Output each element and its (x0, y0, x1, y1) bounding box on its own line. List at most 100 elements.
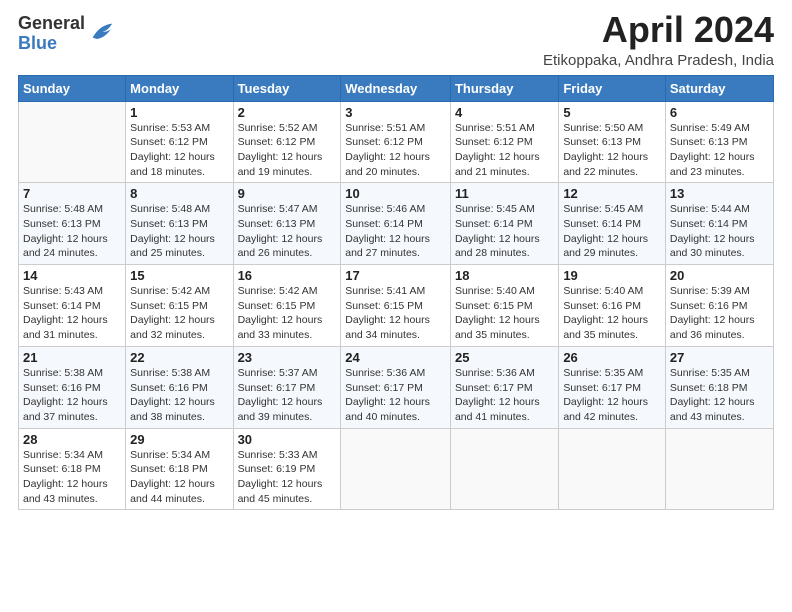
logo-text: General Blue (18, 14, 85, 54)
table-row: 28Sunrise: 5:34 AM Sunset: 6:18 PM Dayli… (19, 428, 126, 510)
day-info: Sunrise: 5:42 AM Sunset: 6:15 PM Dayligh… (130, 284, 228, 343)
day-number: 17 (345, 268, 446, 283)
table-row: 19Sunrise: 5:40 AM Sunset: 6:16 PM Dayli… (559, 265, 666, 347)
table-row: 30Sunrise: 5:33 AM Sunset: 6:19 PM Dayli… (233, 428, 341, 510)
table-row: 14Sunrise: 5:43 AM Sunset: 6:14 PM Dayli… (19, 265, 126, 347)
table-row (665, 428, 773, 510)
day-info: Sunrise: 5:42 AM Sunset: 6:15 PM Dayligh… (238, 284, 337, 343)
table-row: 12Sunrise: 5:45 AM Sunset: 6:14 PM Dayli… (559, 183, 666, 265)
table-row: 20Sunrise: 5:39 AM Sunset: 6:16 PM Dayli… (665, 265, 773, 347)
col-tuesday: Tuesday (233, 75, 341, 101)
table-row: 24Sunrise: 5:36 AM Sunset: 6:17 PM Dayli… (341, 346, 451, 428)
day-info: Sunrise: 5:49 AM Sunset: 6:13 PM Dayligh… (670, 121, 769, 180)
day-info: Sunrise: 5:39 AM Sunset: 6:16 PM Dayligh… (670, 284, 769, 343)
col-monday: Monday (126, 75, 233, 101)
day-number: 25 (455, 350, 554, 365)
table-row: 10Sunrise: 5:46 AM Sunset: 6:14 PM Dayli… (341, 183, 451, 265)
day-number: 6 (670, 105, 769, 120)
table-row: 11Sunrise: 5:45 AM Sunset: 6:14 PM Dayli… (450, 183, 558, 265)
day-info: Sunrise: 5:34 AM Sunset: 6:18 PM Dayligh… (130, 448, 228, 507)
day-number: 15 (130, 268, 228, 283)
table-row: 2Sunrise: 5:52 AM Sunset: 6:12 PM Daylig… (233, 101, 341, 183)
day-number: 16 (238, 268, 337, 283)
col-friday: Friday (559, 75, 666, 101)
day-number: 14 (23, 268, 121, 283)
table-row: 5Sunrise: 5:50 AM Sunset: 6:13 PM Daylig… (559, 101, 666, 183)
table-row (341, 428, 451, 510)
calendar-week-row: 7Sunrise: 5:48 AM Sunset: 6:13 PM Daylig… (19, 183, 774, 265)
day-number: 28 (23, 432, 121, 447)
calendar-week-row: 28Sunrise: 5:34 AM Sunset: 6:18 PM Dayli… (19, 428, 774, 510)
day-number: 18 (455, 268, 554, 283)
table-row (19, 101, 126, 183)
day-number: 21 (23, 350, 121, 365)
day-info: Sunrise: 5:45 AM Sunset: 6:14 PM Dayligh… (455, 202, 554, 261)
day-info: Sunrise: 5:45 AM Sunset: 6:14 PM Dayligh… (563, 202, 661, 261)
table-row: 23Sunrise: 5:37 AM Sunset: 6:17 PM Dayli… (233, 346, 341, 428)
month-title: April 2024 (543, 10, 774, 50)
table-row: 1Sunrise: 5:53 AM Sunset: 6:12 PM Daylig… (126, 101, 233, 183)
calendar-week-row: 1Sunrise: 5:53 AM Sunset: 6:12 PM Daylig… (19, 101, 774, 183)
day-number: 22 (130, 350, 228, 365)
day-number: 11 (455, 186, 554, 201)
day-info: Sunrise: 5:53 AM Sunset: 6:12 PM Dayligh… (130, 121, 228, 180)
table-row: 21Sunrise: 5:38 AM Sunset: 6:16 PM Dayli… (19, 346, 126, 428)
col-saturday: Saturday (665, 75, 773, 101)
logo-blue: Blue (18, 34, 85, 54)
header: General Blue April 2024 Etikoppaka, Andh… (18, 10, 774, 69)
day-number: 24 (345, 350, 446, 365)
logo-general: General (18, 14, 85, 34)
day-info: Sunrise: 5:38 AM Sunset: 6:16 PM Dayligh… (23, 366, 121, 425)
day-info: Sunrise: 5:40 AM Sunset: 6:15 PM Dayligh… (455, 284, 554, 343)
day-number: 23 (238, 350, 337, 365)
day-info: Sunrise: 5:44 AM Sunset: 6:14 PM Dayligh… (670, 202, 769, 261)
day-info: Sunrise: 5:41 AM Sunset: 6:15 PM Dayligh… (345, 284, 446, 343)
title-block: April 2024 Etikoppaka, Andhra Pradesh, I… (543, 10, 774, 69)
page: General Blue April 2024 Etikoppaka, Andh… (0, 0, 792, 612)
day-info: Sunrise: 5:52 AM Sunset: 6:12 PM Dayligh… (238, 121, 337, 180)
day-info: Sunrise: 5:36 AM Sunset: 6:17 PM Dayligh… (345, 366, 446, 425)
day-number: 29 (130, 432, 228, 447)
day-info: Sunrise: 5:35 AM Sunset: 6:18 PM Dayligh… (670, 366, 769, 425)
calendar-header-row: Sunday Monday Tuesday Wednesday Thursday… (19, 75, 774, 101)
day-info: Sunrise: 5:36 AM Sunset: 6:17 PM Dayligh… (455, 366, 554, 425)
col-wednesday: Wednesday (341, 75, 451, 101)
calendar-week-row: 14Sunrise: 5:43 AM Sunset: 6:14 PM Dayli… (19, 265, 774, 347)
table-row: 9Sunrise: 5:47 AM Sunset: 6:13 PM Daylig… (233, 183, 341, 265)
table-row: 13Sunrise: 5:44 AM Sunset: 6:14 PM Dayli… (665, 183, 773, 265)
day-info: Sunrise: 5:40 AM Sunset: 6:16 PM Dayligh… (563, 284, 661, 343)
col-thursday: Thursday (450, 75, 558, 101)
table-row (559, 428, 666, 510)
day-info: Sunrise: 5:48 AM Sunset: 6:13 PM Dayligh… (23, 202, 121, 261)
table-row: 6Sunrise: 5:49 AM Sunset: 6:13 PM Daylig… (665, 101, 773, 183)
day-number: 26 (563, 350, 661, 365)
day-info: Sunrise: 5:34 AM Sunset: 6:18 PM Dayligh… (23, 448, 121, 507)
day-number: 9 (238, 186, 337, 201)
day-number: 20 (670, 268, 769, 283)
location: Etikoppaka, Andhra Pradesh, India (543, 52, 774, 69)
day-info: Sunrise: 5:35 AM Sunset: 6:17 PM Dayligh… (563, 366, 661, 425)
day-number: 13 (670, 186, 769, 201)
day-info: Sunrise: 5:37 AM Sunset: 6:17 PM Dayligh… (238, 366, 337, 425)
day-info: Sunrise: 5:46 AM Sunset: 6:14 PM Dayligh… (345, 202, 446, 261)
day-number: 5 (563, 105, 661, 120)
col-sunday: Sunday (19, 75, 126, 101)
day-number: 27 (670, 350, 769, 365)
day-info: Sunrise: 5:33 AM Sunset: 6:19 PM Dayligh… (238, 448, 337, 507)
table-row: 22Sunrise: 5:38 AM Sunset: 6:16 PM Dayli… (126, 346, 233, 428)
table-row (450, 428, 558, 510)
day-number: 3 (345, 105, 446, 120)
table-row: 25Sunrise: 5:36 AM Sunset: 6:17 PM Dayli… (450, 346, 558, 428)
table-row: 27Sunrise: 5:35 AM Sunset: 6:18 PM Dayli… (665, 346, 773, 428)
day-number: 19 (563, 268, 661, 283)
table-row: 26Sunrise: 5:35 AM Sunset: 6:17 PM Dayli… (559, 346, 666, 428)
day-number: 8 (130, 186, 228, 201)
day-number: 7 (23, 186, 121, 201)
table-row: 16Sunrise: 5:42 AM Sunset: 6:15 PM Dayli… (233, 265, 341, 347)
table-row: 4Sunrise: 5:51 AM Sunset: 6:12 PM Daylig… (450, 101, 558, 183)
day-number: 1 (130, 105, 228, 120)
day-number: 30 (238, 432, 337, 447)
day-number: 4 (455, 105, 554, 120)
day-info: Sunrise: 5:48 AM Sunset: 6:13 PM Dayligh… (130, 202, 228, 261)
table-row: 7Sunrise: 5:48 AM Sunset: 6:13 PM Daylig… (19, 183, 126, 265)
